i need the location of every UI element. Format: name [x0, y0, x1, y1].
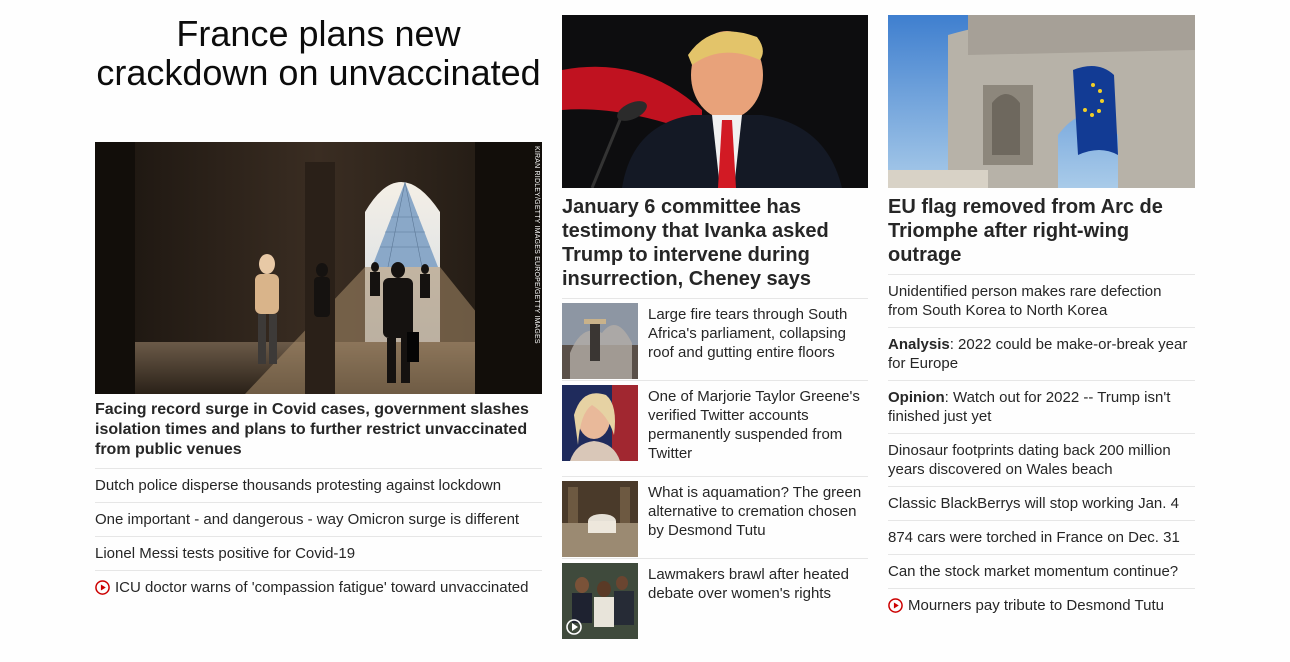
- story-item[interactable]: Lawmakers brawl after heated debate over…: [562, 558, 868, 640]
- arc-de-triomphe-hero-image[interactable]: [888, 15, 1195, 188]
- arc-de-triomphe-photo: [888, 15, 1195, 188]
- story-text: Large fire tears through South Africa's …: [648, 306, 848, 361]
- link-text: ICU doctor warns of 'compassion fatigue'…: [115, 579, 529, 596]
- list-item[interactable]: ICU doctor warns of 'compassion fatigue'…: [95, 570, 542, 604]
- trump-hero-image[interactable]: [562, 15, 868, 188]
- story-text: Lawmakers brawl after heated debate over…: [648, 566, 849, 602]
- image-credit: KIRAN RIDLEY/GETTY IMAGES EUROPE/GETTY I…: [533, 146, 540, 344]
- list-item[interactable]: 874 cars were torched in France on Dec. …: [888, 520, 1195, 554]
- list-item[interactable]: One important - and dangerous - way Omic…: [95, 502, 542, 536]
- related-links-list: Dutch police disperse thousands protesti…: [95, 468, 542, 604]
- play-icon: [888, 598, 903, 613]
- greene-thumbnail: [562, 385, 638, 461]
- analysis-label: Analysis: [888, 336, 950, 353]
- link-text: Unidentified person makes rare defection…: [888, 283, 1162, 319]
- list-item[interactable]: Analysis: 2022 could be make-or-break ye…: [888, 327, 1195, 380]
- link-text: Dinosaur footprints dating back 200 mill…: [888, 442, 1171, 478]
- list-item[interactable]: Can the stock market momentum continue?: [888, 554, 1195, 588]
- list-item[interactable]: Classic BlackBerrys will stop working Ja…: [888, 486, 1195, 520]
- story-item[interactable]: One of Marjorie Taylor Greene's verified…: [562, 380, 868, 476]
- lead-headline[interactable]: France plans new crackdown on unvaccinat…: [95, 14, 542, 92]
- story-item[interactable]: What is aquamation? The green alternativ…: [562, 476, 868, 558]
- louvre-hero-image[interactable]: KIRAN RIDLEY/GETTY IMAGES EUROPE/GETTY I…: [95, 142, 542, 394]
- list-item[interactable]: Lionel Messi tests positive for Covid-19: [95, 536, 542, 570]
- link-text: Dutch police disperse thousands protesti…: [95, 477, 502, 494]
- trump-photo: [562, 15, 868, 188]
- list-item[interactable]: Opinion: Watch out for 2022 -- Trump isn…: [888, 380, 1195, 433]
- list-item[interactable]: Dinosaur footprints dating back 200 mill…: [888, 433, 1195, 486]
- opinion-label: Opinion: [888, 389, 945, 406]
- play-icon: [95, 580, 110, 595]
- brawl-thumbnail: [562, 563, 638, 639]
- list-item[interactable]: Unidentified person makes rare defection…: [888, 274, 1195, 327]
- story-item[interactable]: Large fire tears through South Africa's …: [562, 298, 868, 380]
- link-text: Classic BlackBerrys will stop working Ja…: [888, 495, 1179, 512]
- list-item[interactable]: Mourners pay tribute to Desmond Tutu: [888, 588, 1195, 622]
- second-story-headline[interactable]: January 6 committee has testimony that I…: [562, 195, 868, 291]
- lead-story-summary[interactable]: Facing record surge in Covid cases, gove…: [95, 400, 542, 460]
- story-text: What is aquamation? The green alternativ…: [648, 484, 862, 539]
- link-text: Mourners pay tribute to Desmond Tutu: [908, 597, 1164, 614]
- third-story-headline[interactable]: EU flag removed from Arc de Triomphe aft…: [888, 195, 1195, 267]
- story-text: One of Marjorie Taylor Greene's verified…: [648, 388, 860, 462]
- louvre-photo: [95, 142, 542, 394]
- list-item[interactable]: Dutch police disperse thousands protesti…: [95, 468, 542, 502]
- aquamation-thumbnail: [562, 481, 638, 557]
- link-text: Can the stock market momentum continue?: [888, 563, 1179, 580]
- headline-links-list: Unidentified person makes rare defection…: [888, 274, 1195, 622]
- link-text: One important - and dangerous - way Omic…: [95, 511, 520, 528]
- link-text: Lionel Messi tests positive for Covid-19: [95, 545, 356, 562]
- fire-thumbnail: [562, 303, 638, 379]
- link-text: 874 cars were torched in France on Dec. …: [888, 529, 1180, 546]
